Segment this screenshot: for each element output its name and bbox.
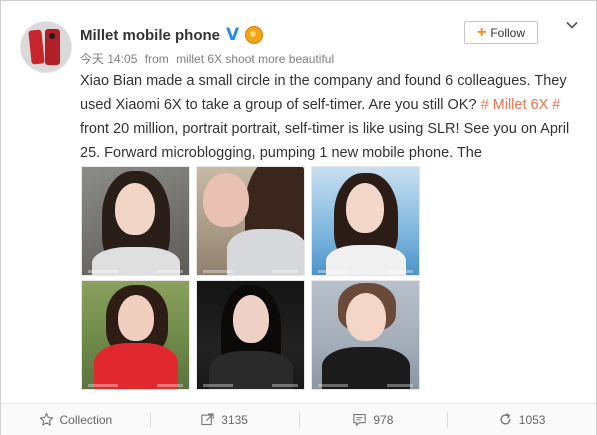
verified-v-icon: V bbox=[226, 24, 240, 45]
source-prefix: from bbox=[144, 52, 169, 66]
post-text-part: front 20 million, portrait portrait, sel… bbox=[80, 121, 570, 161]
refresh-icon bbox=[500, 413, 511, 425]
portrait-photo-5[interactable] bbox=[196, 280, 305, 390]
portrait-photo-3[interactable] bbox=[311, 166, 420, 276]
like-button[interactable]: 1053 bbox=[447, 404, 596, 435]
post-time[interactable]: 今天 14:05 bbox=[80, 52, 137, 66]
weibo-post-card: Millet mobile phone V + Follow 今天 14:05 … bbox=[0, 0, 597, 435]
portrait-photo-2[interactable] bbox=[196, 166, 305, 276]
portrait-photo-6[interactable] bbox=[311, 280, 420, 390]
medal-icon bbox=[245, 26, 264, 44]
comment-count: 978 bbox=[373, 412, 394, 427]
forward-count: 3135 bbox=[221, 412, 248, 427]
comment-button[interactable]: 978 bbox=[298, 404, 448, 435]
collection-button[interactable]: Collection bbox=[1, 404, 150, 435]
avatar-camera-lens bbox=[49, 33, 55, 39]
username-link[interactable]: Millet mobile phone bbox=[80, 27, 220, 44]
collection-label: Collection bbox=[59, 412, 113, 427]
follow-label: Follow bbox=[490, 25, 526, 40]
plus-icon: + bbox=[476, 23, 487, 41]
topic-link[interactable]: # Millet 6X # bbox=[481, 97, 561, 113]
follow-button[interactable]: + Follow bbox=[464, 21, 538, 44]
star-icon bbox=[39, 413, 53, 426]
post-text: Xiao Bian made a small circle in the com… bbox=[80, 69, 585, 165]
portrait-photo-1[interactable] bbox=[81, 166, 190, 276]
post-meta: 今天 14:05 from millet 6X shoot more beaut… bbox=[80, 50, 338, 67]
portrait-photo-4[interactable] bbox=[81, 280, 190, 390]
photo-grid bbox=[81, 166, 421, 390]
avatar-phone-shape bbox=[28, 29, 45, 65]
comment-icon bbox=[353, 413, 367, 426]
avatar[interactable] bbox=[20, 21, 72, 73]
chevron-down-icon[interactable] bbox=[566, 19, 578, 31]
post-source[interactable]: millet 6X shoot more beautiful bbox=[176, 52, 334, 66]
post-header: Millet mobile phone V bbox=[80, 24, 264, 45]
like-count: 1053 bbox=[518, 412, 546, 427]
action-bar: Collection 3135 978 1053 bbox=[1, 403, 596, 435]
share-icon bbox=[201, 413, 214, 426]
forward-button[interactable]: 3135 bbox=[149, 404, 299, 435]
